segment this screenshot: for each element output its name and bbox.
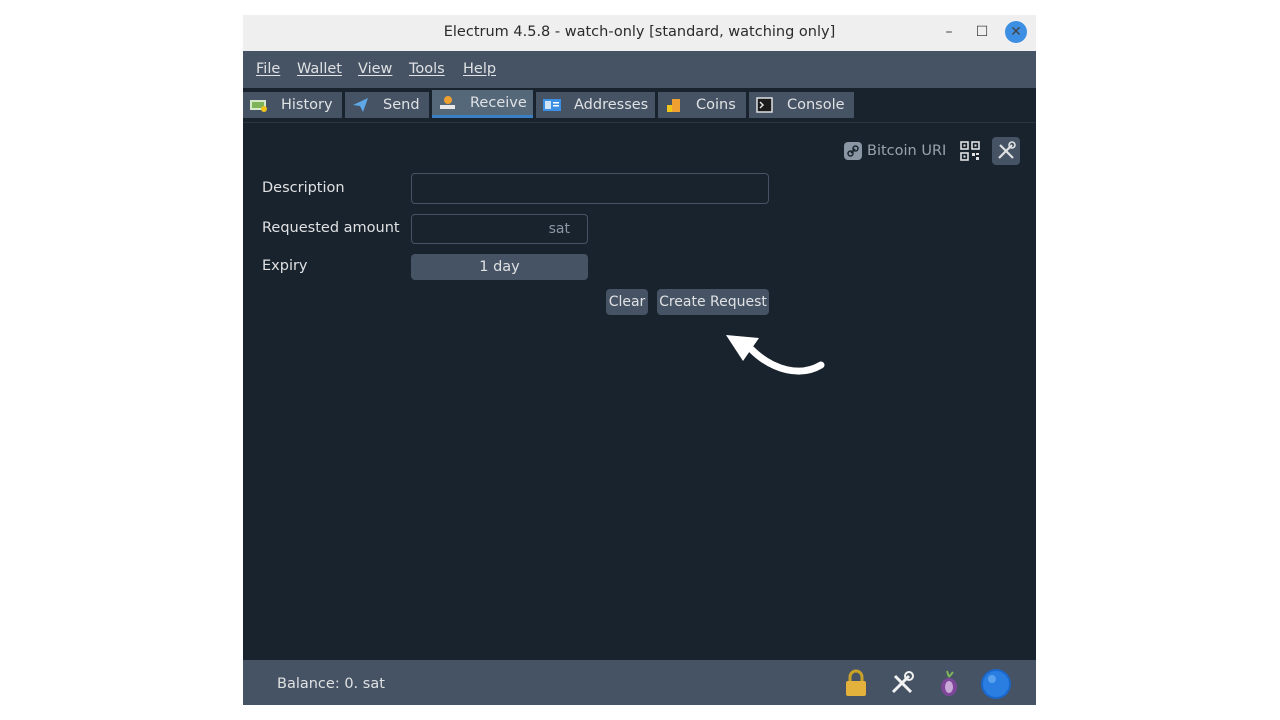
tab-history[interactable]: History xyxy=(243,92,342,118)
link-icon xyxy=(844,142,862,160)
expiry-select[interactable]: 1 day xyxy=(411,254,588,280)
menu-file[interactable]: File xyxy=(256,61,280,77)
tab-bar: History Send Receive Addresses Coins Con… xyxy=(243,88,1036,122)
menu-tools[interactable]: Tools xyxy=(409,61,445,77)
menu-view[interactable]: View xyxy=(358,61,392,77)
preferences-icon[interactable] xyxy=(887,668,917,698)
coins-icon xyxy=(664,97,684,113)
tab-label: Console xyxy=(787,97,845,113)
tools-icon[interactable] xyxy=(992,137,1020,165)
tab-coins[interactable]: Coins xyxy=(658,92,746,118)
description-input[interactable] xyxy=(411,173,769,204)
tab-console[interactable]: Console xyxy=(749,92,854,118)
tab-label: Send xyxy=(383,97,420,113)
minimize-button[interactable]: – xyxy=(938,21,960,43)
status-bar: Balance: 0. sat xyxy=(243,660,1036,705)
qr-code-icon[interactable] xyxy=(960,141,980,161)
tab-label: History xyxy=(281,97,333,113)
description-label: Description xyxy=(262,180,345,196)
window-title: Electrum 4.5.8 - watch-only [standard, w… xyxy=(443,24,836,40)
clear-button[interactable]: Clear xyxy=(606,289,648,315)
menu-help[interactable]: Help xyxy=(463,61,496,77)
receive-panel: Bitcoin URI Description Requested amount… xyxy=(243,122,1036,660)
maximize-button[interactable]: ☐ xyxy=(971,21,993,43)
requested-amount-label: Requested amount xyxy=(262,220,400,236)
title-bar: Electrum 4.5.8 - watch-only [standard, w… xyxy=(243,15,1036,51)
tab-addresses[interactable]: Addresses xyxy=(536,92,655,118)
tab-label: Addresses xyxy=(574,97,649,113)
amount-unit: sat xyxy=(548,221,570,237)
tor-icon[interactable] xyxy=(934,668,964,698)
lock-icon[interactable] xyxy=(841,668,871,698)
addresses-icon xyxy=(542,97,562,113)
receive-icon xyxy=(438,95,458,111)
menu-bar: File Wallet View Tools Help xyxy=(243,51,1036,88)
network-status-icon[interactable] xyxy=(980,668,1011,699)
bitcoin-uri-label: Bitcoin URI xyxy=(867,143,947,159)
tab-send[interactable]: Send xyxy=(345,92,429,118)
history-icon xyxy=(249,97,269,113)
send-icon xyxy=(351,97,371,113)
console-icon xyxy=(755,97,775,113)
bitcoin-uri-toggle[interactable]: Bitcoin URI xyxy=(844,142,946,160)
expiry-label: Expiry xyxy=(262,258,308,274)
balance-label: Balance: 0. sat xyxy=(277,676,385,692)
tab-receive[interactable]: Receive xyxy=(432,90,533,118)
annotation-arrow xyxy=(726,335,825,375)
menu-wallet[interactable]: Wallet xyxy=(297,61,342,77)
tab-label: Receive xyxy=(470,94,527,111)
create-request-button[interactable]: Create Request xyxy=(657,289,769,315)
tab-label: Coins xyxy=(696,97,736,113)
electrum-window: Electrum 4.5.8 - watch-only [standard, w… xyxy=(243,15,1036,705)
amount-input[interactable]: sat xyxy=(411,214,588,244)
close-button[interactable]: ✕ xyxy=(1005,21,1027,43)
